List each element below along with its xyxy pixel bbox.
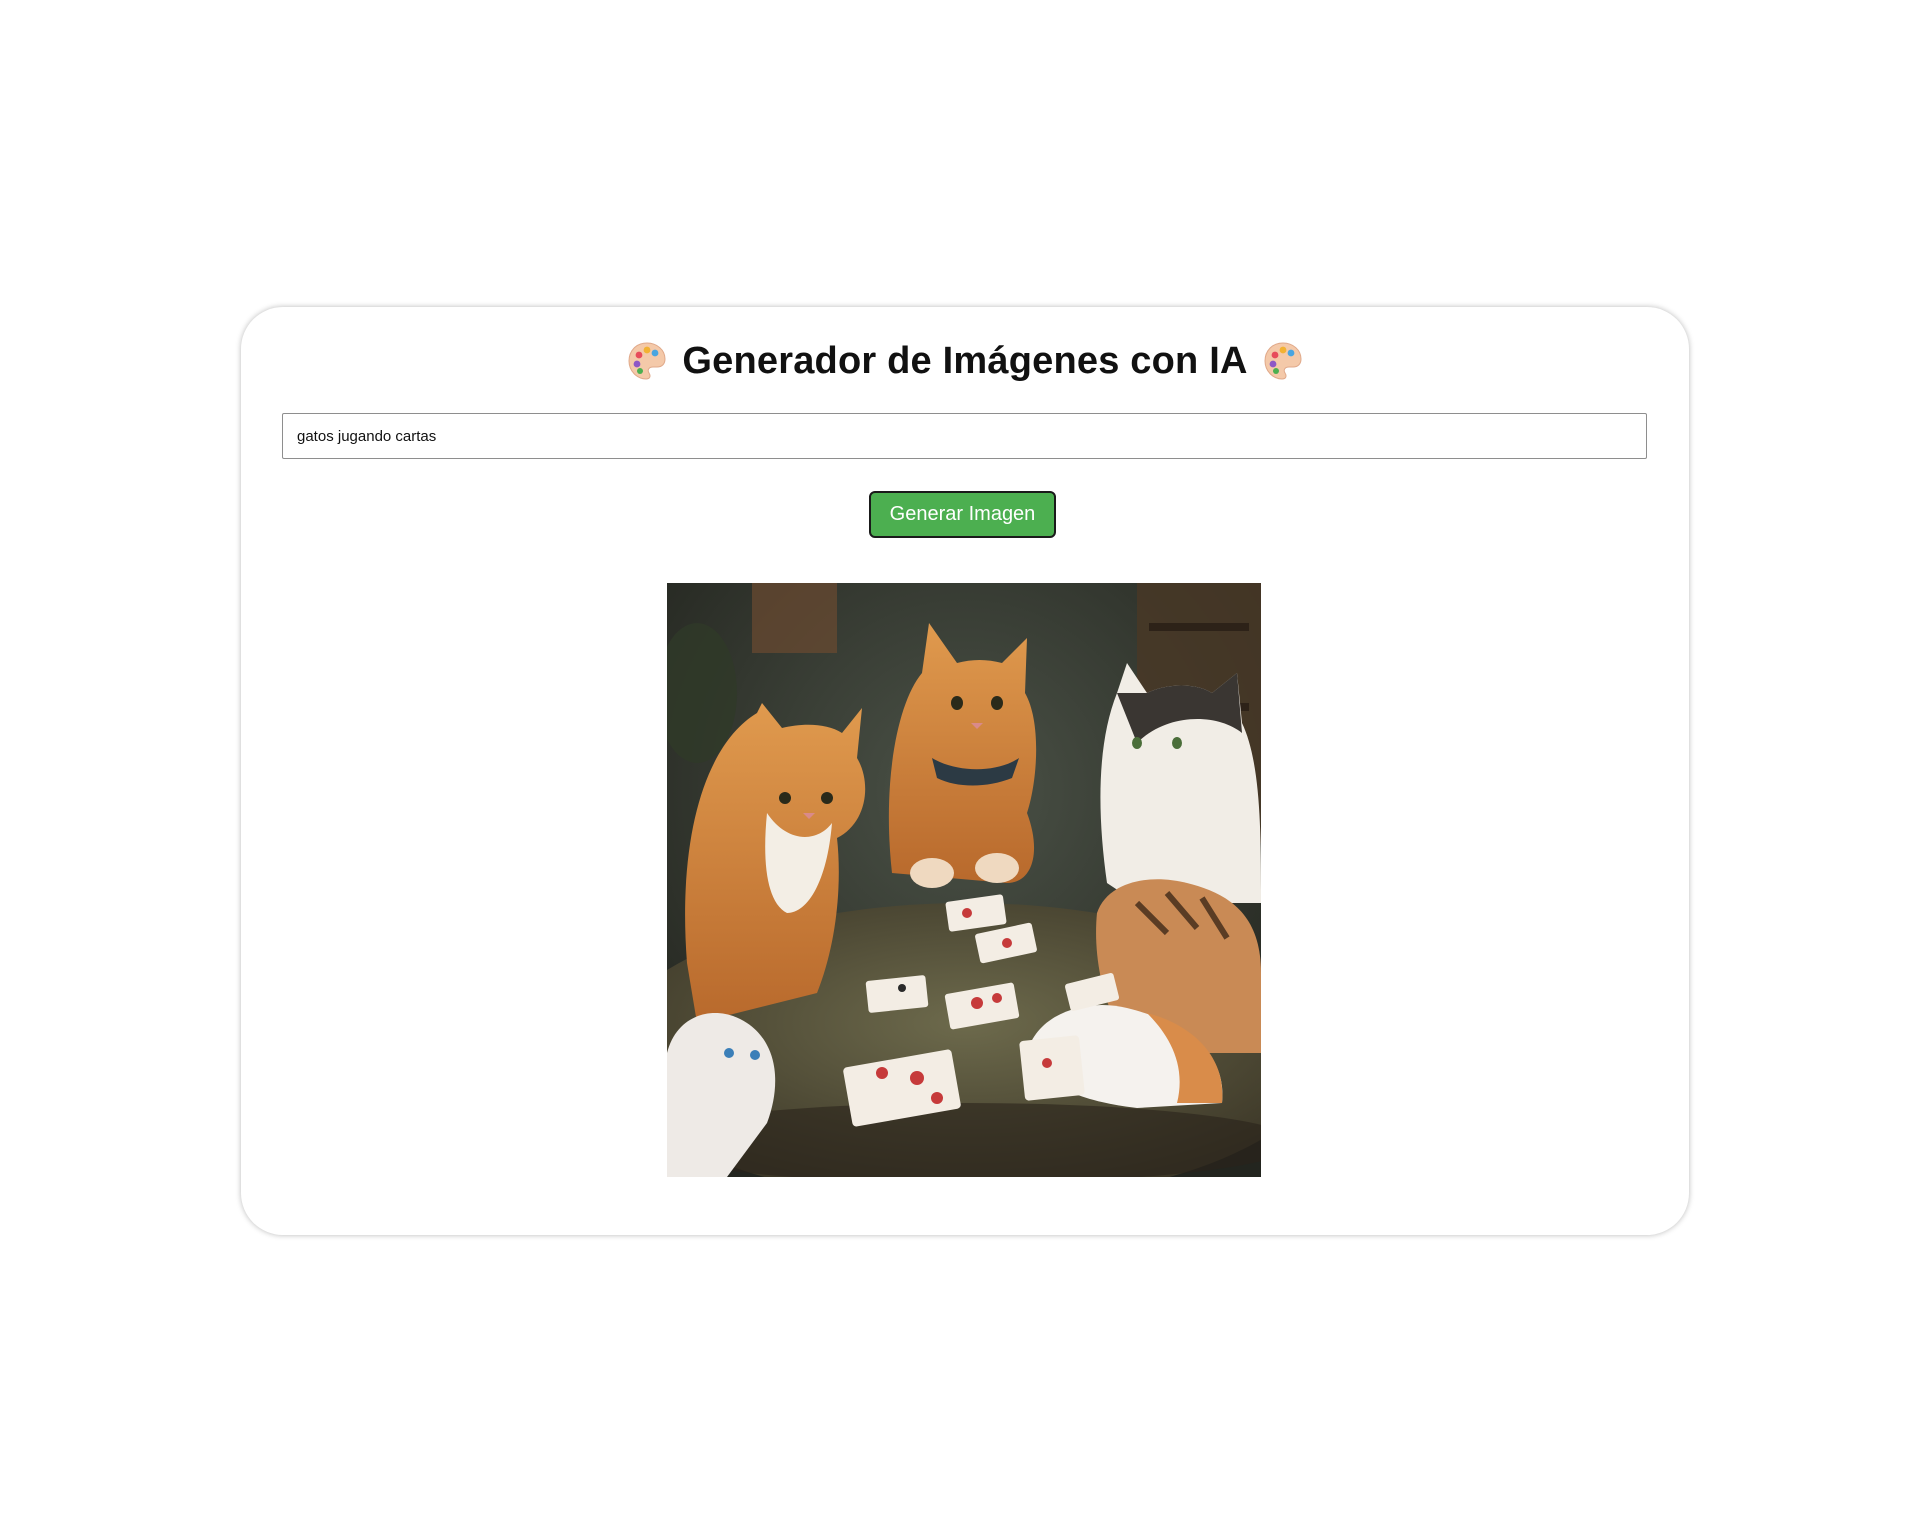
palette-icon <box>626 340 668 382</box>
palette-icon <box>1262 340 1304 382</box>
generated-image <box>667 583 1261 1177</box>
generator-card: Generador de Imágenes con IA Generar Ima… <box>241 307 1689 1235</box>
generate-image-button[interactable]: Generar Imagen <box>869 491 1056 538</box>
title-row: Generador de Imágenes con IA <box>241 329 1689 393</box>
page-title: Generador de Imágenes con IA <box>682 339 1248 382</box>
prompt-input[interactable] <box>282 413 1647 459</box>
